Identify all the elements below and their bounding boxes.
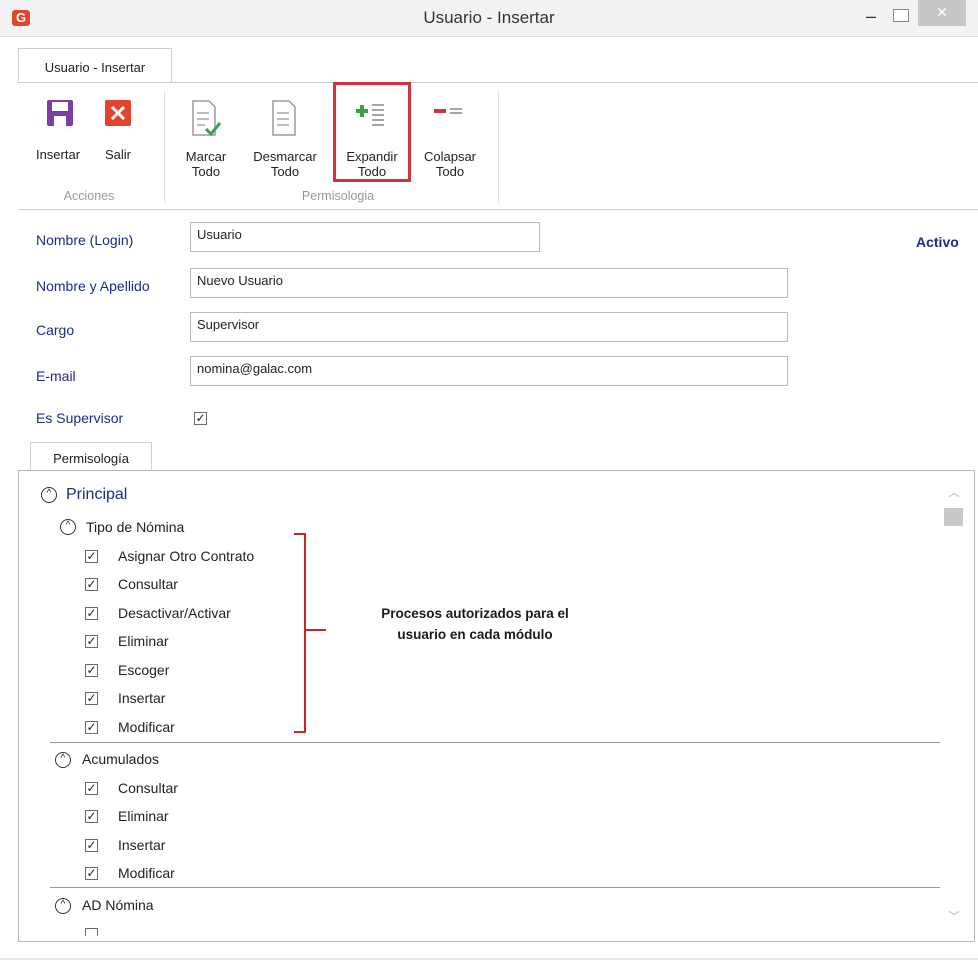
collapse-all-button[interactable]: Colapsar Todo [414,99,486,179]
annotation-bracket [294,533,306,733]
maximize-button[interactable] [893,9,909,22]
permission-checkbox[interactable]: ✓ [85,867,98,880]
tree-group-acumulados: Acumulados [82,751,160,767]
collapse-all-icon [434,108,462,114]
group-divider [50,742,940,743]
email-input[interactable]: nomina@galac.com [190,356,788,386]
permission-checkbox[interactable]: ✓ [85,810,98,823]
permission-checkbox[interactable]: ✓ [85,721,98,734]
fullname-input[interactable]: Nuevo Usuario [190,268,788,298]
group-separator [164,91,165,203]
window-title: Usuario - Insertar [423,8,555,27]
email-label: E-mail [36,368,76,384]
permission-checkbox[interactable]: ✓ [85,635,98,648]
permission-label: Consultar [118,576,178,592]
check-all-button[interactable]: Marcar Todo [178,99,234,179]
tree-group-ad-nomina: AD Nómina [82,897,154,913]
supervisor-checkbox[interactable]: ✓ [194,412,207,425]
uncheck-all-button[interactable]: Desmarcar Todo [242,99,328,179]
permission-checkbox[interactable]: ✓ [85,782,98,795]
permission-checkbox[interactable]: ✓ [85,664,98,677]
permission-checkbox[interactable]: ✓ [85,839,98,852]
annotation-text: Procesos autorizados para el usuario en … [355,603,595,645]
group-label-permisologia: Permisologia [301,189,375,203]
annotation-line1: Procesos autorizados para el [381,606,569,621]
collapse-tipo-nomina-icon[interactable]: ^ [60,519,76,535]
permission-label: Eliminar [118,808,169,824]
check-all-icon [192,100,222,137]
check-all-label-line2: Todo [191,164,221,179]
permission-checkbox[interactable]: ✓ [85,578,98,591]
group-separator [498,91,499,203]
close-window-button[interactable]: ✕ [918,0,966,26]
collapse-ad-nomina-icon[interactable]: ^ [55,898,71,914]
expand-all-highlight [333,82,411,182]
exit-label: Salir [104,147,131,162]
fullname-label: Nombre y Apellido [36,278,150,294]
scroll-thumb[interactable] [944,508,963,526]
tree-root-principal: Principal [66,486,128,503]
permission-label: Escoger [118,662,170,678]
collapse-all-label-line1: Colapsar [423,149,477,164]
group-divider [50,887,940,888]
permission-checkbox[interactable] [85,928,98,936]
cargo-input[interactable]: Supervisor [190,312,788,342]
permission-label: Eliminar [118,633,169,649]
login-label: Nombre (Login) [36,232,134,248]
tab-permisologia[interactable]: Permisología [30,442,152,473]
close-icon [105,100,131,126]
tree-group-tipo-nomina: Tipo de Nómina [86,519,185,535]
permission-checkbox[interactable]: ✓ [85,550,98,563]
group-label-acciones: Acciones [63,189,115,203]
uncheck-all-label-line1: Desmarcar [253,149,317,164]
permission-checkbox[interactable]: ✓ [85,607,98,620]
ribbon-tab[interactable]: Usuario - Insertar [18,48,172,84]
permission-label: Modificar [118,865,175,881]
cargo-label: Cargo [36,322,75,338]
permission-label: Desactivar/Activar [118,605,231,621]
collapse-acumulados-icon[interactable]: ^ [55,752,71,768]
ribbon: Insertar Salir Acciones Marcar Todo Desm… [18,82,978,210]
annotation-bracket-tick [304,629,326,631]
check-all-label-line1: Marcar [185,149,227,164]
collapse-all-label-line2: Todo [435,164,465,179]
status-label: Activo [916,234,959,250]
permission-label: Insertar [118,690,166,706]
scroll-down-icon[interactable]: ﹀ [944,908,964,926]
insert-button[interactable]: Insertar [30,99,86,169]
permission-checkbox[interactable]: ✓ [85,692,98,705]
uncheck-all-icon [272,100,296,136]
save-icon [47,100,73,126]
exit-button[interactable]: Salir [94,99,142,169]
permission-label: Modificar [118,719,175,735]
collapse-principal-icon[interactable]: ^ [41,487,57,503]
insert-label: Insertar [35,147,81,162]
scrollbar[interactable] [943,480,963,932]
uncheck-all-label-line2: Todo [270,164,300,179]
minimize-button[interactable]: – [856,6,886,30]
permission-label: Insertar [118,837,166,853]
permission-label: Asignar Otro Contrato [118,548,255,564]
supervisor-label: Es Supervisor [36,410,124,426]
scroll-up-icon[interactable]: ︿ [944,484,964,502]
login-input[interactable]: Usuario [190,222,540,252]
permission-label: Consultar [118,780,178,796]
annotation-line2: usuario en cada módulo [397,627,553,642]
